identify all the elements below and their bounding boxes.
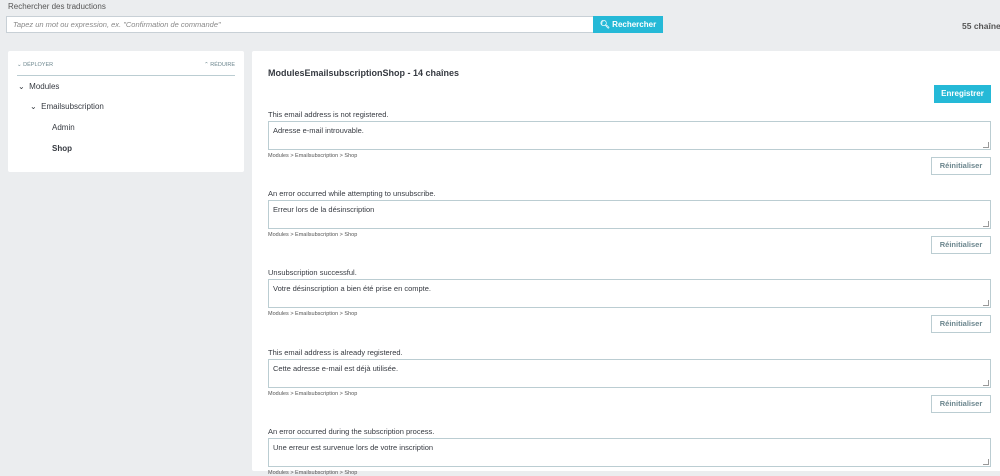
search-label: Rechercher des traductions xyxy=(8,2,106,11)
expand-label: DÉPLOYER xyxy=(23,62,54,68)
translation-textarea[interactable]: Cette adresse e-mail est déjà utilisée. xyxy=(268,359,991,388)
translation-entry: This email address is already registered… xyxy=(268,348,991,413)
breadcrumb: Modules > Emailsubscription > Shop xyxy=(268,153,358,159)
breadcrumb: Modules > Emailsubscription > Shop xyxy=(268,232,358,238)
chevron-down-icon: ⌄ xyxy=(18,82,25,91)
search-button[interactable]: 🔍︎ Rechercher xyxy=(593,16,663,33)
tree-node-modules[interactable]: ⌄ Modules xyxy=(18,82,59,91)
reset-button[interactable]: Réinitialiser xyxy=(931,236,991,254)
breadcrumb: Modules > Emailsubscription > Shop xyxy=(268,470,358,476)
translation-tree: ⌄ DÉPLOYER ⌃ RÉDUIRE ⌄ Modules ⌄ Emailsu… xyxy=(8,51,244,172)
collapse-all-button[interactable]: ⌃ RÉDUIRE xyxy=(204,62,235,68)
page-title: ModulesEmailsubscriptionShop - 14 chaîne… xyxy=(268,68,460,78)
reset-button[interactable]: Réinitialiser xyxy=(931,395,991,413)
translation-entry: An error occurred while attempting to un… xyxy=(268,189,991,254)
expand-all-button[interactable]: ⌄ DÉPLOYER xyxy=(17,62,53,68)
translation-textarea[interactable]: Votre désinscription a bien été prise en… xyxy=(268,279,991,308)
string-count: 55 chaînes xyxy=(962,21,1000,31)
source-text: An error occurred while attempting to un… xyxy=(268,189,436,198)
translation-entry: Unsubscription successful. Votre désinsc… xyxy=(268,268,991,333)
reset-button[interactable]: Réinitialiser xyxy=(931,157,991,175)
translation-entry: This email address is not registered. Ad… xyxy=(268,110,991,175)
source-text: This email address is not registered. xyxy=(268,110,389,119)
search-input[interactable]: Tapez un mot ou expression, ex. "Confirm… xyxy=(6,16,594,33)
source-text: This email address is already registered… xyxy=(268,348,403,357)
translation-textarea[interactable]: Adresse e-mail introuvable. xyxy=(268,121,991,150)
translation-textarea[interactable]: Erreur lors de la désinscription xyxy=(268,200,991,229)
search-button-label: Rechercher xyxy=(612,20,657,29)
chevron-down-icon: ⌄ xyxy=(30,102,37,111)
tree-node-emailsubscription[interactable]: ⌄ Emailsubscription xyxy=(30,102,104,111)
source-text: Unsubscription successful. xyxy=(268,268,357,277)
breadcrumb: Modules > Emailsubscription > Shop xyxy=(268,311,358,317)
breadcrumb: Modules > Emailsubscription > Shop xyxy=(268,391,358,397)
tree-node-admin[interactable]: Admin xyxy=(52,123,75,132)
tree-node-shop[interactable]: Shop xyxy=(52,144,72,153)
node-label: Modules xyxy=(29,82,60,91)
translations-panel: ModulesEmailsubscriptionShop - 14 chaîne… xyxy=(252,51,1000,476)
source-text: An error occurred during the subscriptio… xyxy=(268,427,435,436)
reset-button[interactable]: Réinitialiser xyxy=(931,315,991,333)
collapse-label: RÉDUIRE xyxy=(210,62,235,68)
search-icon: 🔍︎ xyxy=(599,20,613,29)
node-label: Emailsubscription xyxy=(41,102,104,111)
translation-entry: An error occurred during the subscriptio… xyxy=(268,427,991,476)
translation-textarea[interactable]: Une erreur est survenue lors de votre in… xyxy=(268,438,991,467)
save-button[interactable]: Enregistrer xyxy=(934,85,991,103)
